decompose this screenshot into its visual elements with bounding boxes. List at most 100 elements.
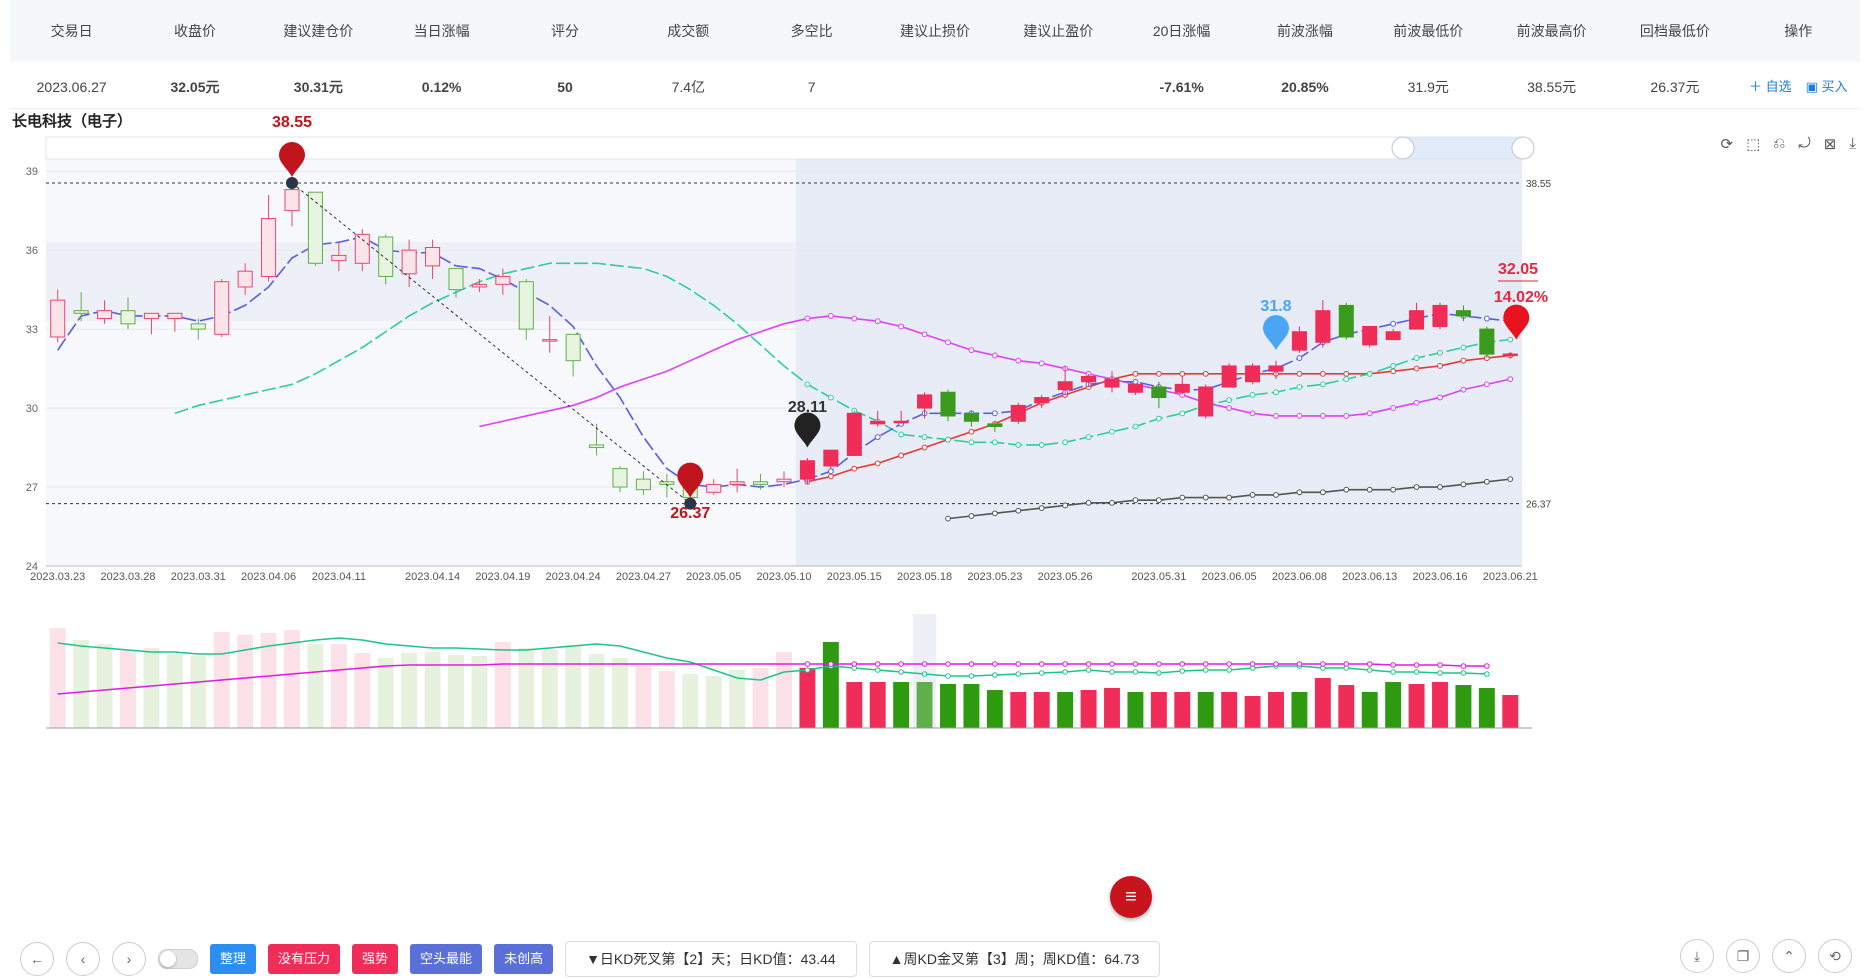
ma63-line-point xyxy=(1437,363,1443,369)
candle xyxy=(1338,304,1354,338)
tag-no-new-high[interactable]: 未创高 xyxy=(494,944,554,974)
volume-ma-short-point xyxy=(1179,668,1186,674)
copy-icon[interactable]: ❐ xyxy=(1726,939,1760,973)
candle xyxy=(1432,304,1448,327)
ma18-line-point xyxy=(1460,344,1467,351)
high-line-label: 38.55 xyxy=(1526,179,1551,190)
ma18-line-point xyxy=(804,381,811,388)
volume-ma-short-point xyxy=(898,669,904,675)
ma18-line-point xyxy=(898,431,905,438)
volume-ma-long-point xyxy=(968,661,975,667)
ma5-line-point xyxy=(827,468,834,475)
ma18-line-point xyxy=(1366,370,1373,377)
ma250-line-point xyxy=(1273,492,1279,498)
menu-button[interactable]: ≡ xyxy=(1110,876,1152,918)
volume-ma-long-point xyxy=(1296,661,1303,667)
volume-bar xyxy=(377,658,394,728)
volume-ma-long-point xyxy=(1320,661,1326,667)
x-tick-label: 2023.03.28 xyxy=(100,571,155,583)
tag-bear-energy[interactable]: 空头最能 xyxy=(410,944,483,974)
low-label: 26.37 xyxy=(670,505,710,522)
volume-bar xyxy=(1174,692,1191,728)
volume-ma-long-point xyxy=(992,661,998,667)
ma18-line-point xyxy=(1132,423,1139,430)
tag-no-pressure[interactable]: 没有压力 xyxy=(268,944,341,974)
ma250-line-point xyxy=(1038,505,1045,511)
x-tick-label: 2023.04.06 xyxy=(241,571,296,583)
ma63-line-point xyxy=(1202,370,1209,377)
volume-ma-long-point xyxy=(1437,662,1443,668)
candle xyxy=(1315,310,1331,343)
last-price-label: 32.05 xyxy=(1498,261,1538,278)
candle xyxy=(1291,331,1307,351)
ma250-line-point xyxy=(1366,486,1373,493)
download-icon[interactable]: ⤓ xyxy=(1680,939,1714,973)
candle xyxy=(846,412,862,456)
volume-bar xyxy=(1314,678,1331,728)
candle xyxy=(190,323,206,330)
candle xyxy=(589,444,605,449)
ma5-line-point xyxy=(1132,378,1139,385)
menu-icon: ≡ xyxy=(1125,885,1137,908)
ma18-line-point xyxy=(1390,363,1397,369)
volume-bar xyxy=(448,655,464,728)
volume-bar xyxy=(541,650,558,728)
candle xyxy=(1221,365,1237,388)
volume-bar xyxy=(1361,692,1378,728)
toggle-switch[interactable] xyxy=(158,949,198,969)
volume-ma-short-point xyxy=(1202,667,1209,673)
candle xyxy=(706,483,722,493)
tag-consolidate[interactable]: 整理 xyxy=(210,944,257,974)
volume-ma-short-point xyxy=(1437,670,1443,676)
ma18-line-point xyxy=(1296,384,1303,390)
ma31-line-point xyxy=(1483,381,1490,388)
volume-bar xyxy=(190,656,207,728)
candle xyxy=(167,312,183,320)
ma250-line-point xyxy=(1085,499,1092,506)
volume-ma-long-point xyxy=(1249,661,1256,667)
high-label: 38.55 xyxy=(272,114,312,131)
ma31-line-point xyxy=(1366,410,1373,417)
candle xyxy=(870,420,886,425)
tag-strong[interactable]: 强势 xyxy=(352,944,399,974)
ma63-line-point xyxy=(921,444,928,451)
next-icon[interactable]: › xyxy=(112,942,146,976)
volume-bar xyxy=(96,644,113,728)
volume-ma-short-point xyxy=(1390,669,1396,675)
ma63-line-point xyxy=(1296,370,1303,377)
candle xyxy=(612,468,628,488)
ma250-line-point xyxy=(1179,494,1186,501)
volume-ma-short-point xyxy=(1038,670,1045,676)
x-tick-label: 2023.05.10 xyxy=(756,571,811,583)
candle xyxy=(50,299,66,338)
volume-bar xyxy=(658,671,675,728)
ma31-line-point xyxy=(1390,405,1397,411)
ma250-line-point xyxy=(991,510,998,517)
prev-icon[interactable]: ‹ xyxy=(66,942,100,976)
back-icon[interactable]: ← xyxy=(20,942,54,976)
volume-bar xyxy=(1455,685,1472,728)
scroll-top-icon[interactable]: ⌃ xyxy=(1772,939,1806,973)
x-tick-label: 2023.04.14 xyxy=(405,571,460,583)
volume-ma-long-point xyxy=(1366,661,1373,667)
candle xyxy=(1245,365,1261,383)
ma63-line-point xyxy=(1179,370,1186,377)
candle xyxy=(1502,353,1518,357)
ma250-line-point xyxy=(1132,497,1139,504)
candle xyxy=(471,283,487,288)
candle xyxy=(1010,404,1026,422)
volume-bar xyxy=(1010,692,1027,728)
sync-icon[interactable]: ⟲ xyxy=(1818,939,1852,973)
volume-ma-short-point xyxy=(1085,667,1092,673)
candle xyxy=(987,423,1003,427)
volume-bar xyxy=(822,642,839,728)
candle xyxy=(635,478,651,491)
ma18-line-point xyxy=(1343,376,1350,383)
volume-bar xyxy=(1385,682,1402,728)
volume-ma-short-point xyxy=(1366,667,1373,673)
volume-ma-short-point xyxy=(1132,669,1139,675)
candle xyxy=(73,310,89,314)
candle xyxy=(354,233,370,264)
range-slider xyxy=(45,136,1523,160)
candle xyxy=(1362,325,1378,346)
